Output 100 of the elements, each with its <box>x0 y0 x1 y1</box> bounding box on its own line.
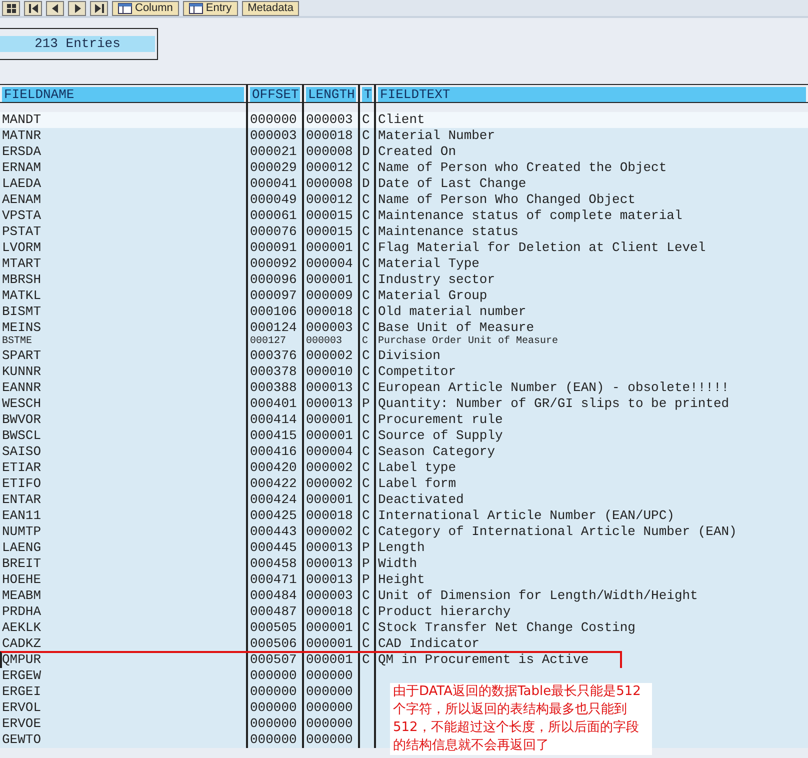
table-cell: 000425 <box>250 508 297 524</box>
table-cell: C <box>362 492 370 508</box>
column-header: FIELDNAME <box>2 87 244 102</box>
table-cell: 000013 <box>306 396 353 412</box>
table-cell: 000002 <box>306 348 353 364</box>
table-cell: 000001 <box>306 412 353 428</box>
table-cell: 000008 <box>306 144 353 160</box>
toolbar-button[interactable]: Column <box>112 1 179 16</box>
table-cell: 000003 <box>306 112 353 128</box>
table-cell: 000000 <box>250 112 297 128</box>
previous-page-button[interactable] <box>46 1 64 16</box>
table-cell: 000015 <box>306 208 353 224</box>
table-cell: Maintenance status <box>378 224 518 240</box>
table-cell: P <box>362 396 370 412</box>
table-cell: LAENG <box>2 540 42 556</box>
table-cell: 000018 <box>306 128 353 144</box>
toolbar-button[interactable]: Entry <box>182 1 238 16</box>
column-header: OFFSET <box>250 87 300 102</box>
table-cell: AENAM <box>2 192 42 208</box>
table-cell: BREIT <box>2 556 42 572</box>
table-cell: 000420 <box>250 460 297 476</box>
table-cell: 000004 <box>306 256 353 272</box>
table-cell: 000000 <box>306 684 353 700</box>
table-cell: Category of International Article Number (EAN) <box>378 524 737 540</box>
table-cell: D <box>362 144 370 160</box>
grid-button[interactable] <box>2 1 20 16</box>
table-cell: BWVOR <box>2 412 42 428</box>
table-cell: European Article Number (EAN) - obsolete!!!!! <box>378 380 730 396</box>
table-cell: C <box>362 348 370 364</box>
table-cell: MATKL <box>2 288 42 304</box>
table-cell: 000018 <box>306 508 353 524</box>
table-cell: 000376 <box>250 348 297 364</box>
table-cell: SAISO <box>2 444 42 460</box>
table-cell: Created On <box>378 144 456 160</box>
table-cell: C <box>362 336 368 348</box>
table-cell: ETIFO <box>2 476 42 492</box>
table-cell: 000471 <box>250 572 297 588</box>
table-cell: 000009 <box>306 288 353 304</box>
table-cell: 000010 <box>306 364 353 380</box>
table-cell: 000002 <box>306 476 353 492</box>
table-cell: PRDHA <box>2 604 42 620</box>
table-cell: LVORM <box>2 240 42 256</box>
table-cell: 000003 <box>306 588 353 604</box>
table-cell: 000415 <box>250 428 297 444</box>
table-cell: AEKLK <box>2 620 42 636</box>
table-cell: PSTAT <box>2 224 42 240</box>
table-cell: 000008 <box>306 176 353 192</box>
table-cell: 000097 <box>250 288 297 304</box>
table-cell: 000000 <box>250 684 297 700</box>
table-cell: Industry sector <box>378 272 496 288</box>
table-cell: 000061 <box>250 208 297 224</box>
table-cell: C <box>362 256 370 272</box>
table-cell: 000003 <box>250 128 297 144</box>
table-cell: Material Number <box>378 128 496 144</box>
table-cell: 000004 <box>306 444 353 460</box>
toolbar-button[interactable]: Metadata <box>242 1 300 16</box>
table-cell: C <box>362 272 370 288</box>
table-cell: 000076 <box>250 224 297 240</box>
table-cell: MEINS <box>2 320 42 336</box>
table-cell: Length <box>378 540 425 556</box>
table-cell: 000000 <box>250 716 297 732</box>
first-page-button[interactable] <box>24 1 42 16</box>
table-cell: C <box>362 412 370 428</box>
table-cell: MBRSH <box>2 272 42 288</box>
table-cell: Division <box>378 348 440 364</box>
table-cell: Season Category <box>378 444 496 460</box>
table-cell: 000506 <box>250 636 297 652</box>
selected-row[interactable]: MANDT 000000 000003 C Client <box>0 112 808 128</box>
table-cell: C <box>362 508 370 524</box>
table-cell: ERSDA <box>2 144 42 160</box>
table-cell: ERGEI <box>2 684 42 700</box>
table-cell: 000000 <box>306 732 353 748</box>
table-cell: C <box>362 476 370 492</box>
table-cell: 000013 <box>306 556 353 572</box>
table-cell: BSTME <box>2 336 32 348</box>
table-cell: C <box>362 320 370 336</box>
table-cell: 000106 <box>250 304 297 320</box>
table-cell: D <box>362 176 370 192</box>
table-cell: Client <box>378 112 425 128</box>
table-cell: WESCH <box>2 396 42 412</box>
table-cell: 000012 <box>306 160 353 176</box>
table-cell: C <box>362 380 370 396</box>
table-cell: 000000 <box>250 668 297 684</box>
table-cell: 000458 <box>250 556 297 572</box>
table-cell: ERGEW <box>2 668 42 684</box>
table-cell: 000001 <box>306 272 353 288</box>
table-cell: 000001 <box>306 620 353 636</box>
table-cell: C <box>362 112 370 128</box>
last-page-button[interactable] <box>90 1 108 16</box>
table-cell: 000013 <box>306 380 353 396</box>
first-page-icon <box>28 3 38 14</box>
table-cell: MEABM <box>2 588 42 604</box>
table-cell: C <box>362 128 370 144</box>
table-cell: C <box>362 444 370 460</box>
table-cell: C <box>362 636 370 652</box>
table-cell: Stock Transfer Net Change Costing <box>378 620 636 636</box>
table-cell: 000013 <box>306 540 353 556</box>
last-page-icon <box>94 3 104 14</box>
table-cell: Label type <box>378 460 456 476</box>
next-page-button[interactable] <box>68 1 86 16</box>
